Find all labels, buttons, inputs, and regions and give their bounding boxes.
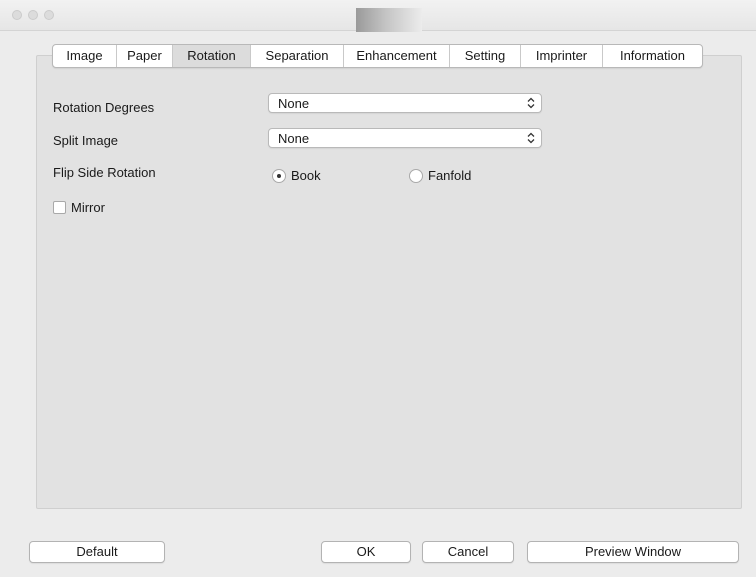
ok-button[interactable]: OK — [321, 541, 411, 563]
mirror-checkbox[interactable]: Mirror — [53, 200, 105, 215]
select-chevrons-icon — [527, 97, 535, 109]
radio-selected-icon — [272, 168, 286, 183]
tab-setting[interactable]: Setting — [450, 45, 521, 67]
cancel-button[interactable]: Cancel — [422, 541, 514, 563]
tab-information[interactable]: Information — [603, 45, 702, 67]
rotation-degrees-select[interactable]: None — [268, 93, 542, 113]
tab-paper[interactable]: Paper — [117, 45, 173, 67]
radio-unselected-icon — [409, 168, 423, 183]
window-titlebar — [0, 0, 756, 32]
tab-image[interactable]: Image — [53, 45, 117, 67]
radio-book-label: Book — [291, 168, 321, 183]
flip-side-rotation-label: Flip Side Rotation — [53, 165, 156, 180]
radio-fanfold-label: Fanfold — [428, 168, 472, 183]
radio-book[interactable]: Book — [272, 168, 321, 183]
tab-separation[interactable]: Separation — [251, 45, 344, 67]
split-image-select[interactable]: None — [268, 128, 542, 148]
rotation-degrees-label: Rotation Degrees — [53, 100, 155, 115]
title-image-thumbnail — [356, 8, 422, 32]
tab-rotation[interactable]: Rotation — [173, 45, 251, 67]
tab-enhancement[interactable]: Enhancement — [344, 45, 450, 67]
checkbox-unchecked-icon — [53, 201, 66, 214]
rotation-degrees-value: None — [278, 96, 310, 111]
close-window-button[interactable] — [12, 10, 22, 20]
split-image-value: None — [278, 131, 310, 146]
mirror-label: Mirror — [71, 200, 105, 215]
select-chevrons-icon — [527, 132, 535, 144]
minimize-window-button[interactable] — [28, 10, 38, 20]
default-button[interactable]: Default — [29, 541, 165, 563]
split-image-label: Split Image — [53, 133, 119, 148]
tab-imprinter[interactable]: Imprinter — [521, 45, 603, 67]
radio-fanfold[interactable]: Fanfold — [409, 168, 471, 183]
tab-bar: Image Paper Rotation Separation Enhancem… — [52, 44, 703, 68]
tab-content-panel — [36, 55, 742, 509]
preview-window-button[interactable]: Preview Window — [527, 541, 739, 563]
zoom-window-button[interactable] — [44, 10, 54, 20]
